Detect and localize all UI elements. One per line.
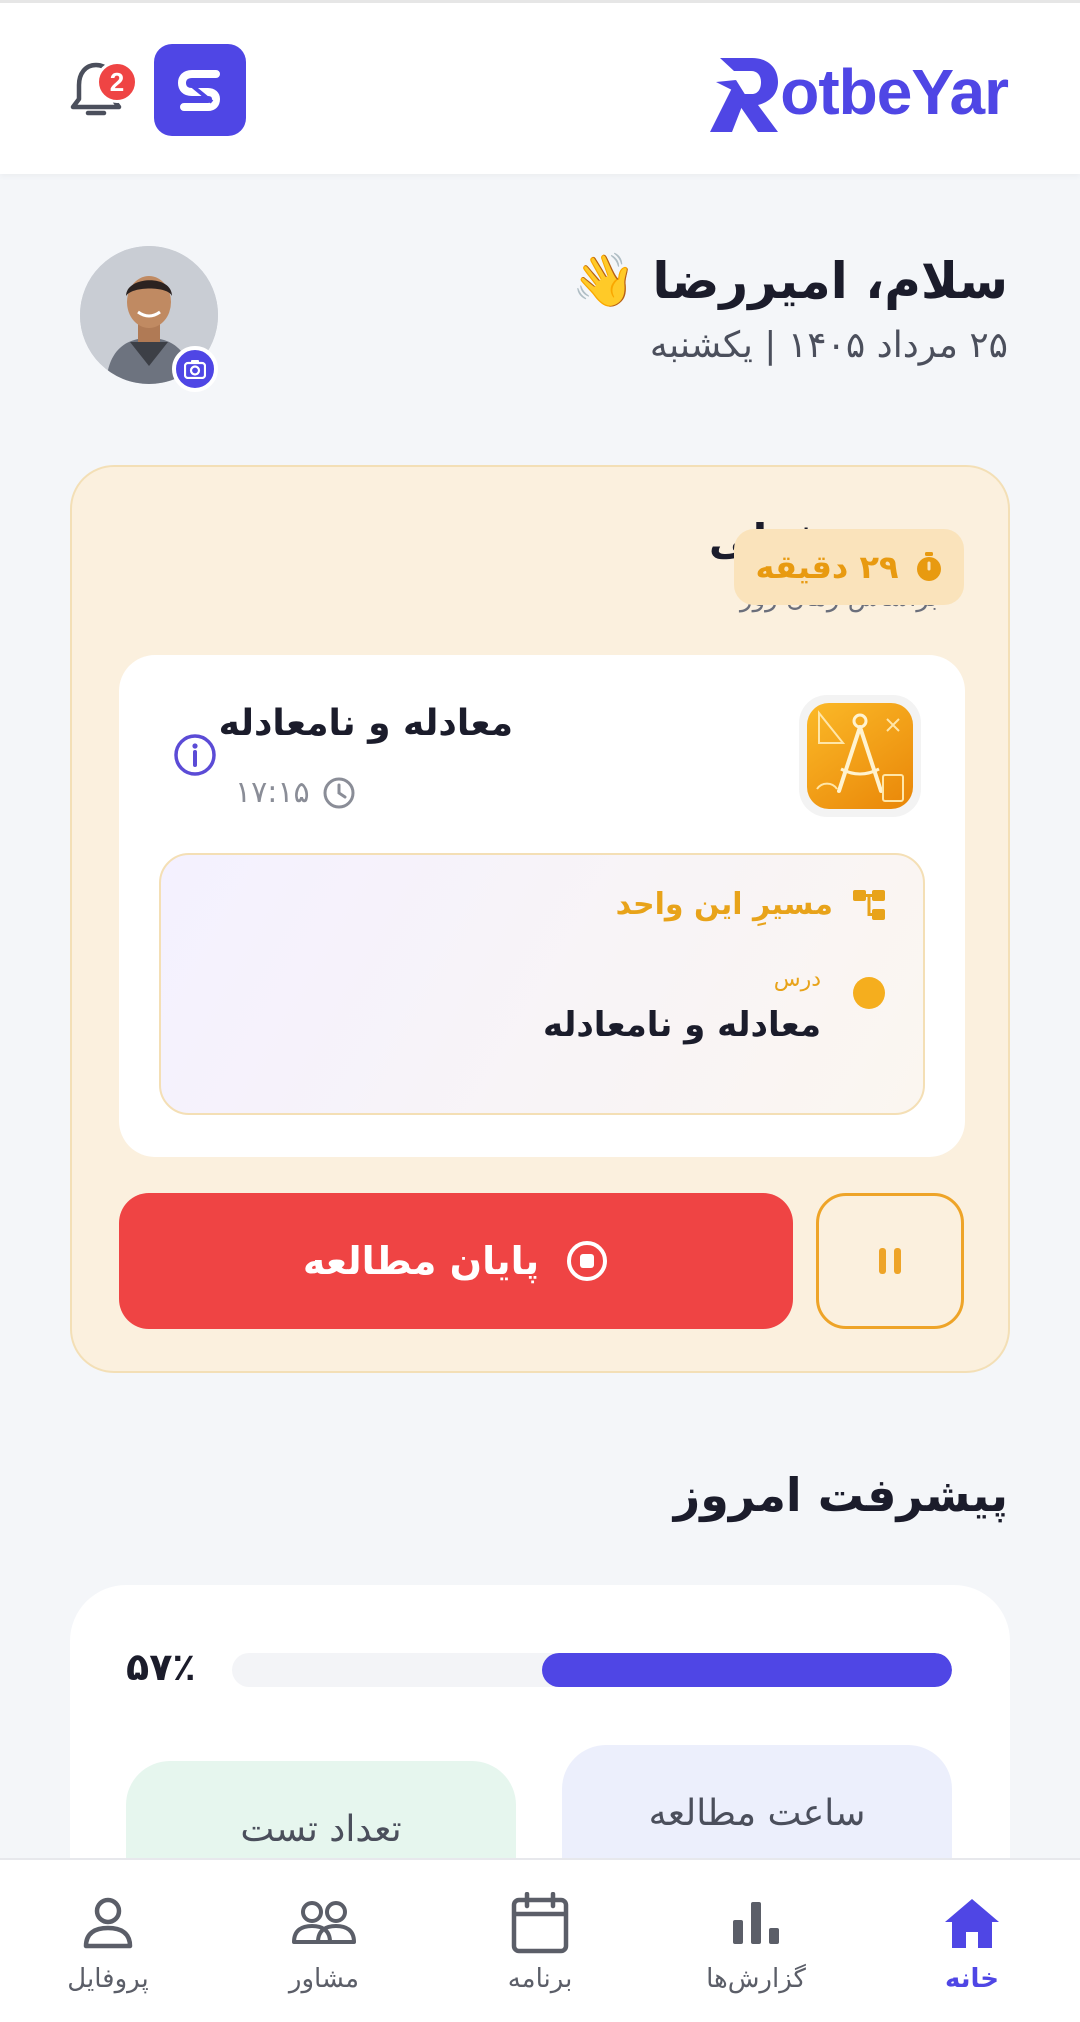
lesson-name: معادله و نامعادله <box>218 703 513 744</box>
unit-path-title-text: مسیرِ این واحد <box>615 887 833 922</box>
greeting-block: سلام، امیررضا 👋 ۲۵ مرداد ۱۴۰۵ | یکشنبه <box>572 250 1008 366</box>
nav-item-program[interactable]: برنامه <box>432 1860 648 2022</box>
math-compass-icon <box>807 703 913 809</box>
nav-profile-label: پروفایل <box>67 1964 149 1994</box>
progress-bar-track <box>232 1653 952 1687</box>
greeting-date: ۲۵ مرداد ۱۴۰۵ | یکشنبه <box>649 325 1008 366</box>
unit-path-title: مسیرِ این واحد <box>616 887 887 922</box>
profile-icon <box>83 1897 133 1949</box>
app-switch-button[interactable] <box>154 44 246 136</box>
brand-name: otbeYar <box>780 56 1009 128</box>
greeting-text: سلام، امیررضا <box>652 251 1008 310</box>
remaining-time-text: ۲۹ دقیقه <box>755 548 899 586</box>
change-photo-button[interactable] <box>172 346 218 392</box>
unit-path-box[interactable]: مسیرِ این واحد درس معادله و نامعادله <box>159 853 925 1115</box>
home-icon <box>945 1899 999 1948</box>
pause-icon <box>879 1248 901 1274</box>
nav-item-advisor[interactable]: مشاور <box>216 1860 432 2022</box>
lesson-time: ۱۷:۱۵ <box>235 775 356 810</box>
nav-home-label: خانه <box>944 1964 1000 1994</box>
nav-item-reports[interactable]: گزارش‌ها <box>648 1860 864 2022</box>
end-study-button[interactable]: پایان مطالعه <box>119 1193 793 1329</box>
lesson-detail-card[interactable]: معادله و نامعادله ۱۷:۱۵ مسیرِ این واحد د… <box>119 655 965 1157</box>
nav-item-profile[interactable]: پروفایل <box>0 1860 216 2022</box>
greeting-title: سلام، امیررضا 👋 <box>572 250 1008 311</box>
nav-item-home[interactable]: خانه <box>864 1860 1080 2022</box>
nav-reports-label: گزارش‌ها <box>706 1964 806 1994</box>
brand-r-mark-icon <box>710 58 779 132</box>
pause-button[interactable] <box>816 1193 964 1329</box>
stop-icon <box>567 1241 608 1281</box>
s-logo-icon <box>177 70 221 111</box>
subject-thumbnail <box>799 695 921 817</box>
path-step-dot <box>853 977 885 1009</box>
info-icon[interactable] <box>173 733 217 777</box>
stopwatch-icon <box>916 552 941 581</box>
users-icon <box>292 1901 356 1944</box>
path-step-value: معادله و نامعادله <box>542 1005 821 1045</box>
camera-icon <box>184 360 206 379</box>
flowchart-icon <box>853 889 885 920</box>
top-app-bar: otbeYar 2 <box>0 0 1080 174</box>
clock-icon <box>323 777 355 808</box>
brand-logo[interactable]: otbeYar <box>706 47 1009 137</box>
lesson-time-text: ۱۷:۱۵ <box>235 775 310 810</box>
avatar-container[interactable] <box>80 246 218 392</box>
bottom-navigation: خانه گزارش‌ها برنامه <box>0 1858 1080 2022</box>
notification-badge: 2 <box>96 61 138 103</box>
wave-emoji: 👋 <box>571 251 637 311</box>
progress-bar-fill <box>541 1653 952 1687</box>
path-step-label: درس <box>773 967 821 992</box>
current-lesson-card: درس فعلی براساس زمان روز ۲۹ دقیقه <box>70 465 1010 1373</box>
bar-chart-icon <box>733 1902 779 1944</box>
end-study-label: پایان مطالعه <box>302 1239 540 1283</box>
remaining-time-badge: ۲۹ دقیقه <box>734 529 964 605</box>
progress-percent: ۵۷٪ <box>126 1645 196 1689</box>
today-progress-title: پیشرفت امروز <box>673 1468 1008 1522</box>
nav-advisor-label: مشاور <box>288 1964 360 1994</box>
calendar-icon <box>511 1892 569 1954</box>
nav-program-label: برنامه <box>507 1964 573 1994</box>
